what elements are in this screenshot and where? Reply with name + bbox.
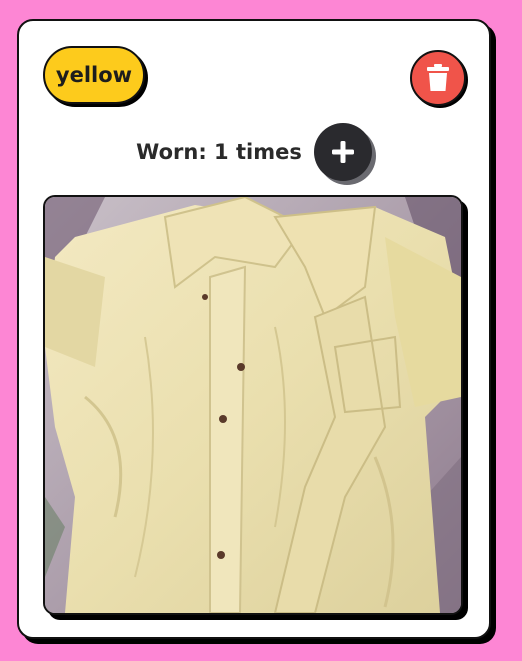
trash-icon [426, 64, 450, 92]
worn-count-text: Worn: 1 times [136, 140, 302, 164]
increment-worn-button[interactable] [313, 123, 372, 181]
clothing-card: yellow Worn: 1 times [17, 19, 491, 639]
delete-button[interactable] [410, 50, 466, 106]
color-tag-label: yellow [55, 63, 133, 87]
plus-icon [331, 140, 355, 164]
worn-counter-row: Worn: 1 times [19, 121, 489, 183]
color-tag-button[interactable]: yellow [43, 46, 145, 104]
clothing-photo [43, 195, 463, 615]
